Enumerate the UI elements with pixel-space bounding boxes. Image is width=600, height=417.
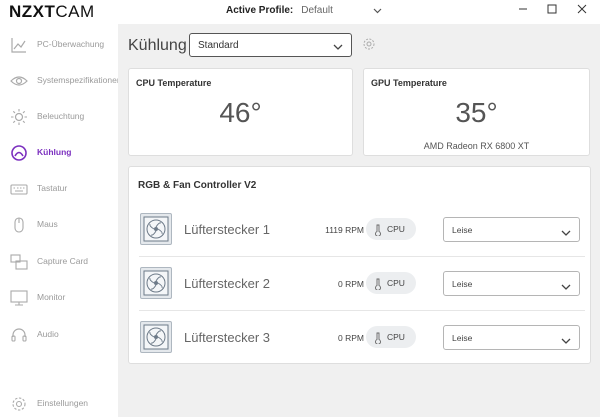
temperature-source: CPU xyxy=(387,278,405,288)
sidebar-item-label: Kühlung xyxy=(37,147,72,157)
mouse-icon xyxy=(10,216,28,234)
cpu-temperature-card: CPU Temperature 46° xyxy=(128,68,353,156)
active-profile-value: Default xyxy=(301,5,333,16)
gear-icon[interactable] xyxy=(362,37,376,51)
temperature-source-pill[interactable]: CPU xyxy=(366,326,416,348)
maximize-button[interactable] xyxy=(545,4,559,18)
cooling-profile-value: Standard xyxy=(198,40,239,51)
fan-mode-value: Leise xyxy=(452,333,473,343)
fan-rpm: 0 RPM xyxy=(338,333,364,343)
sidebar-item-system-specs[interactable]: Systemspezifikationen xyxy=(0,68,122,94)
sidebar-item-monitor[interactable]: Monitor xyxy=(0,285,118,311)
fan-mode-select[interactable]: Leise xyxy=(443,325,580,350)
gpu-temperature-title: GPU Temperature xyxy=(371,78,447,88)
sidebar-item-label: Maus xyxy=(37,219,58,229)
fan-name: Lüfterstecker 3 xyxy=(184,330,270,345)
fan-mode-value: Leise xyxy=(452,279,473,289)
sidebar-item-label: Einstellungen xyxy=(37,398,89,408)
fan-row: Lüfterstecker 2 0 RPM CPU Leise xyxy=(138,263,593,303)
fan-controller-title: RGB & Fan Controller V2 xyxy=(138,180,257,191)
cooling-profile-select[interactable]: Standard xyxy=(189,33,352,57)
fan-mode-select[interactable]: Leise xyxy=(443,271,580,296)
gear-icon xyxy=(10,395,28,413)
active-profile-selector[interactable]: Active Profile: Default xyxy=(226,5,382,16)
sidebar-item-mouse[interactable]: Maus xyxy=(0,212,118,238)
sidebar-item-label: PC-Überwachung xyxy=(37,39,105,49)
cooling-icon xyxy=(10,144,28,162)
sidebar-item-lighting[interactable]: Beleuchtung xyxy=(0,104,118,130)
thermometer-icon xyxy=(374,277,382,291)
fan-icon xyxy=(140,267,172,299)
page-title: Kühlung xyxy=(128,37,187,54)
sidebar-item-label: Systemspezifikationen xyxy=(37,75,122,85)
fan-mode-value: Leise xyxy=(452,225,473,235)
chevron-down-icon xyxy=(561,279,571,290)
chevron-down-icon xyxy=(373,6,382,16)
sidebar-item-keyboard[interactable]: Tastatur xyxy=(0,176,118,202)
gpu-temperature-card: GPU Temperature 35° AMD Radeon RX 6800 X… xyxy=(363,68,590,156)
headset-icon xyxy=(10,326,28,344)
fan-controller-card: RGB & Fan Controller V2 Lüfterstecker 1 … xyxy=(128,166,591,364)
temperature-source: CPU xyxy=(387,332,405,342)
fan-mode-select[interactable]: Leise xyxy=(443,217,580,242)
sidebar-item-label: Beleuchtung xyxy=(37,111,85,121)
thermometer-icon xyxy=(374,223,382,237)
chevron-down-icon xyxy=(561,333,571,344)
main-content: Kühlung Standard CPU Temperature 46° GPU… xyxy=(118,24,600,417)
temperature-source-pill[interactable]: CPU xyxy=(366,218,416,240)
temperature-source-pill[interactable]: CPU xyxy=(366,272,416,294)
capture-card-icon xyxy=(10,253,28,271)
cpu-temperature-value: 46° xyxy=(219,97,262,128)
gpu-model: AMD Radeon RX 6800 XT xyxy=(423,141,530,151)
close-button[interactable] xyxy=(575,4,589,18)
sidebar-item-label: Monitor xyxy=(37,292,66,302)
cpu-temperature-title: CPU Temperature xyxy=(136,78,212,88)
fan-rpm: 1119 RPM xyxy=(325,225,364,235)
sidebar-item-label: Tastatur xyxy=(37,183,68,193)
fan-name: Lüfterstecker 2 xyxy=(184,276,270,291)
active-profile-label: Active Profile: xyxy=(226,5,294,16)
temperature-source: CPU xyxy=(387,224,405,234)
keyboard-icon xyxy=(10,180,28,198)
chart-line-icon xyxy=(10,36,28,54)
title-bar: NZXTCAM Active Profile: Default xyxy=(0,0,600,24)
nzxt-cam-logo: NZXTCAM xyxy=(9,2,95,21)
gpu-temperature-value: 35° xyxy=(455,97,498,128)
chevron-down-icon xyxy=(561,225,571,236)
fan-icon xyxy=(140,321,172,353)
fan-row: Lüfterstecker 3 0 RPM CPU Leise xyxy=(138,317,593,357)
sidebar-item-pc-monitoring[interactable]: PC-Überwachung xyxy=(0,32,118,58)
divider xyxy=(139,310,585,311)
fan-name: Lüfterstecker 1 xyxy=(184,222,270,237)
sidebar-item-audio[interactable]: Audio xyxy=(0,322,118,348)
fan-rpm: 0 RPM xyxy=(338,279,364,289)
minimize-button[interactable] xyxy=(516,4,530,18)
chevron-down-icon xyxy=(333,39,343,50)
thermometer-icon xyxy=(374,331,382,345)
divider xyxy=(139,256,585,257)
sidebar-item-settings[interactable]: Einstellungen xyxy=(0,391,118,417)
monitor-icon xyxy=(10,289,28,307)
sidebar: PC-Überwachung Systemspezifikationen Bel… xyxy=(0,24,122,417)
eye-icon xyxy=(10,72,28,90)
fan-row: Lüfterstecker 1 1119 RPM CPU Leise xyxy=(138,209,593,249)
sidebar-item-capture-card[interactable]: Capture Card xyxy=(0,249,118,275)
fan-icon xyxy=(140,213,172,245)
sidebar-item-label: Audio xyxy=(37,329,59,339)
sidebar-item-label: Capture Card xyxy=(37,256,89,266)
sun-icon xyxy=(10,108,28,126)
sidebar-item-cooling[interactable]: Kühlung xyxy=(0,140,118,166)
